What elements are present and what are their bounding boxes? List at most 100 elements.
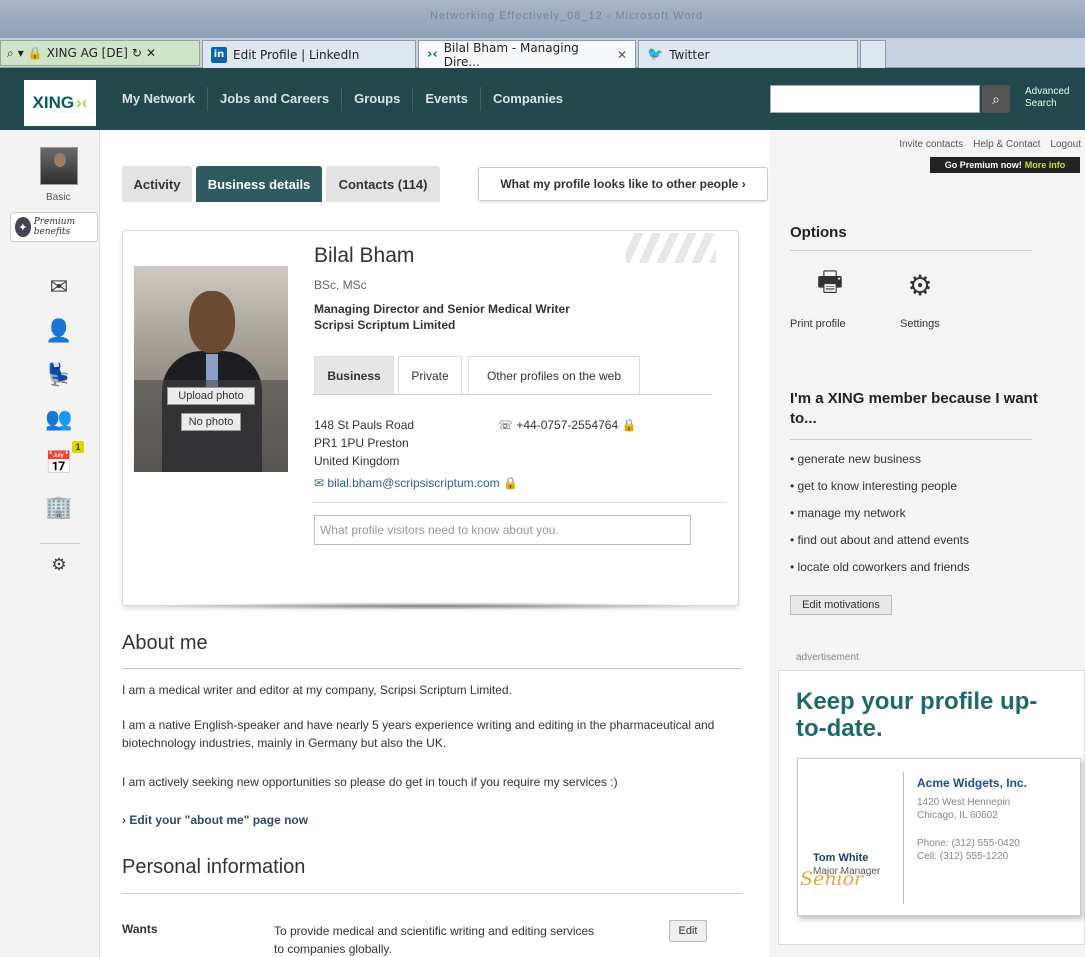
motivation-text: find out about and attend events xyxy=(797,533,970,547)
ad-address-1: 1420 West Hennepin xyxy=(917,797,1011,808)
motivation-item: • generate new business xyxy=(790,452,921,466)
new-tab-button[interactable] xyxy=(860,40,886,68)
tab-other-profiles[interactable]: Other profiles on the web xyxy=(468,356,640,394)
dropdown-icon[interactable]: ▾ xyxy=(18,46,24,60)
upload-photo-button[interactable]: Upload photo xyxy=(167,387,255,405)
motivation-text: locate old coworkers and friends xyxy=(797,560,970,574)
profile-degrees: BSc, MSc xyxy=(314,278,367,292)
ad-headline: Keep your profile up-to-date. xyxy=(796,688,1038,742)
lock-icon: 🔒 xyxy=(621,418,637,432)
profile-name: Bilal Bham xyxy=(314,244,415,267)
refresh-icon[interactable]: ↻ xyxy=(132,46,142,60)
motivations-heading: I'm a XING member because I want to... xyxy=(790,390,1038,427)
email-link[interactable]: ✉ bilal.bham@scripsiscriptum.com 🔒 xyxy=(314,476,518,490)
tab-private[interactable]: Private xyxy=(398,356,462,394)
address-bar[interactable]: ⌕ ▾ 🔒 XING AG [DE] ↻ ✕ xyxy=(0,40,200,66)
tab-business[interactable]: Business xyxy=(314,356,394,394)
twitter-icon: 🐦 xyxy=(647,47,664,62)
companies-building-icon[interactable]: 🏢 xyxy=(44,494,74,520)
card-divider xyxy=(312,502,726,503)
search-input[interactable] xyxy=(770,85,980,113)
lock-icon: 🔒 xyxy=(502,476,518,490)
decorative-stripes xyxy=(626,233,716,263)
motivation-item: • get to know interesting people xyxy=(790,479,957,493)
tab-activity[interactable]: Activity xyxy=(122,166,192,202)
linkedin-icon: in xyxy=(211,46,227,63)
advanced-search-link[interactable]: Advanced Search xyxy=(1025,86,1069,110)
nav-events[interactable]: Events xyxy=(413,87,481,111)
motivation-item: • find out about and attend events xyxy=(790,533,970,547)
settings-link[interactable]: Settings xyxy=(900,318,940,330)
nav-my-network[interactable]: My Network xyxy=(110,87,208,111)
logo-text: XING xyxy=(32,93,75,112)
ad-person-name: Tom White xyxy=(813,852,869,864)
view-as-others-button[interactable]: What my profile looks like to other peop… xyxy=(478,167,768,201)
profile-position: Managing Director and Senior Medical Wri… xyxy=(314,301,570,333)
personal-heading: Personal information xyxy=(122,856,306,878)
no-photo-button[interactable]: No photo xyxy=(181,413,241,431)
close-icon[interactable]: ✕ xyxy=(617,48,627,62)
tab-business-details[interactable]: Business details xyxy=(196,166,322,202)
personal-divider xyxy=(122,893,742,894)
browser-tab-label: Bilal Bham - Managing Dire... xyxy=(443,40,579,69)
invite-contacts-link[interactable]: Invite contacts xyxy=(899,139,963,150)
top-links: Invite contacts Help & Contact Logout xyxy=(899,139,1081,150)
main-nav: My Network Jobs and Careers Groups Event… xyxy=(110,68,575,130)
ad-senior-stamp: Senior xyxy=(800,868,864,890)
phone-icon: ☏ xyxy=(498,418,514,432)
stop-icon[interactable]: ✕ xyxy=(146,46,156,60)
edit-about-link[interactable]: › Edit your "about me" page now xyxy=(122,813,308,827)
phone-number: ☏ +44-0757-2554764 🔒 xyxy=(498,418,636,432)
wants-value: To provide medical and scientific writin… xyxy=(274,924,595,956)
about-paragraph-1: I am a medical writer and editor at my c… xyxy=(122,683,512,697)
premium-benefits-button[interactable]: ✦ Premium benefits xyxy=(10,212,98,242)
search-button[interactable]: ⌕ xyxy=(982,85,1010,113)
xing-icon: ›‹ xyxy=(427,47,438,62)
options-divider xyxy=(790,250,1032,251)
gear-icon[interactable]: ⚙ xyxy=(44,552,74,578)
messages-icon[interactable]: ✉ xyxy=(44,274,74,300)
browser-tab-xing[interactable]: ›‹ Bilal Bham - Managing Dire... ✕ xyxy=(418,40,636,69)
more-info-link[interactable]: More info xyxy=(1025,160,1066,170)
window-titlebar: Networking Effectively_08_12 - Microsoft… xyxy=(0,0,1085,38)
motivation-text: manage my network xyxy=(797,506,906,520)
options-heading: Options xyxy=(790,224,847,241)
printer-icon[interactable]: 🖶 xyxy=(812,266,848,302)
edit-motivations-button[interactable]: Edit motivations xyxy=(790,595,892,615)
about-paragraph-2: I am a native English-speaker and have n… xyxy=(122,718,715,750)
nav-groups[interactable]: Groups xyxy=(342,87,414,111)
contacts-group-icon[interactable]: 👥 xyxy=(44,406,74,432)
profile-visitors-input[interactable]: What profile visitors need to know about… xyxy=(314,515,691,545)
logout-link[interactable]: Logout xyxy=(1050,139,1081,150)
search-icon: ⌕ xyxy=(7,45,14,60)
premium-cta[interactable]: Go Premium now! More info xyxy=(930,157,1080,173)
tab-underline xyxy=(312,394,712,395)
edit-wants-button[interactable]: Edit xyxy=(669,920,707,942)
xing-logo[interactable]: XING ›‹ xyxy=(24,80,96,126)
xing-mark-icon: ›‹ xyxy=(76,93,88,112)
jobs-chair-icon[interactable]: 💺 xyxy=(44,362,74,388)
tab-contacts[interactable]: Contacts (114) xyxy=(326,166,440,202)
nav-companies[interactable]: Companies xyxy=(481,87,575,111)
profile-icon[interactable]: 👤 xyxy=(44,318,74,344)
browser-tab-twitter[interactable]: 🐦 Twitter xyxy=(638,40,858,68)
email-value: bilal.bham@scripsiscriptum.com xyxy=(327,476,500,490)
calendar-icon[interactable]: 📅 xyxy=(44,450,74,476)
wants-label: Wants xyxy=(122,922,158,936)
motivation-item: • locate old coworkers and friends xyxy=(790,560,970,574)
nav-jobs-careers[interactable]: Jobs and Careers xyxy=(208,87,343,111)
ad-cell: Cell: (312) 555-1220 xyxy=(917,851,1009,862)
motivation-item: • manage my network xyxy=(790,506,906,520)
gear-icon[interactable]: ⚙ xyxy=(902,268,938,302)
browser-tab-linkedin[interactable]: in Edit Profile | LinkedIn xyxy=(202,40,416,68)
print-profile-link[interactable]: Print profile xyxy=(790,318,846,330)
motivation-text: generate new business xyxy=(797,452,921,466)
about-heading: About me xyxy=(122,632,208,654)
address-line-1: 148 St Pauls Road xyxy=(314,418,415,432)
help-contact-link[interactable]: Help & Contact xyxy=(973,139,1040,150)
address-site: XING AG [DE] xyxy=(46,46,128,60)
envelope-icon: ✉ xyxy=(314,476,325,490)
ad-phone: Phone: (312) 555-0420 xyxy=(917,838,1020,849)
avatar[interactable] xyxy=(40,147,78,185)
lock-icon: 🔒 xyxy=(27,46,43,60)
